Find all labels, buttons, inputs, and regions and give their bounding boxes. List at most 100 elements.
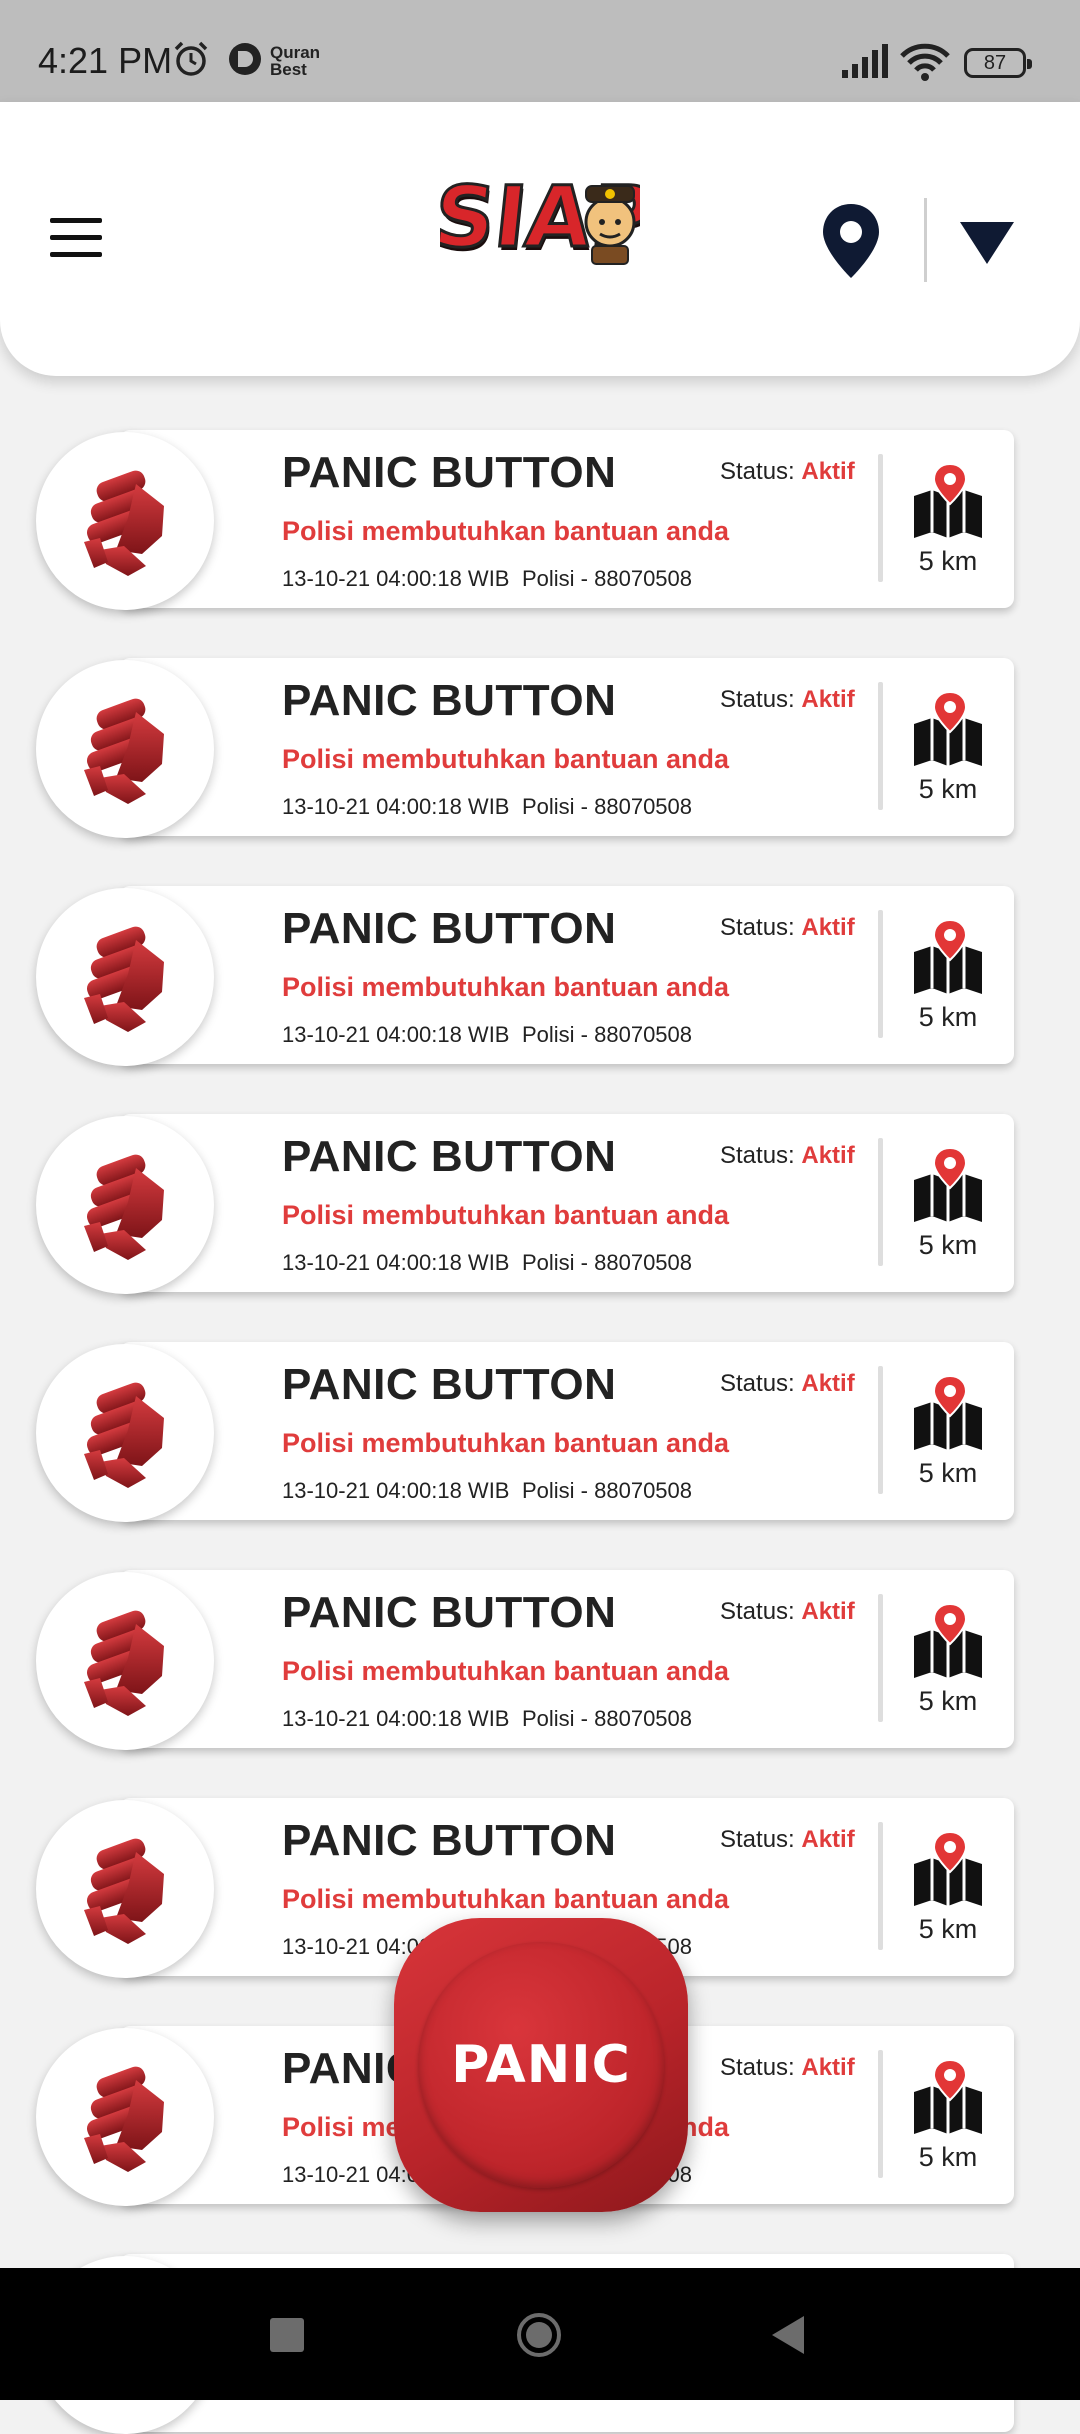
panic-card[interactable]: PANIC BUTTON Polisi membutuhkan bantuan a… xyxy=(36,1114,1016,1294)
panic-button[interactable]: PANIC xyxy=(394,1918,688,2212)
card-title: PANIC BUTTON xyxy=(282,904,617,953)
card-title: PANIC BUTTON xyxy=(282,1132,617,1181)
card-distance: 5 km xyxy=(918,2142,978,2172)
card-divider xyxy=(878,1822,883,1950)
card-status: Status: Aktif xyxy=(720,1826,855,1853)
card-status: Status: Aktif xyxy=(720,458,855,485)
map-pin-icon[interactable] xyxy=(910,918,986,1003)
card-distance: 5 km xyxy=(918,546,978,576)
card-body: PANIC BUTTON Polisi membutuhkan bantuan a… xyxy=(120,1570,1014,1748)
card-title: PANIC BUTTON xyxy=(282,1588,617,1637)
card-divider xyxy=(878,910,883,1038)
card-subtitle: Polisi membutuhkan bantuan anda xyxy=(282,972,730,1002)
status-badge: Aktif xyxy=(801,458,855,485)
card-unit: Polisi - 88070508 xyxy=(522,794,693,819)
card-body: PANIC BUTTON Polisi membutuhkan bantuan a… xyxy=(120,658,1014,836)
map-pin-icon[interactable] xyxy=(910,690,986,775)
card-timestamp: 13-10-21 04:00:18 WIB xyxy=(282,794,510,819)
card-subtitle: Polisi membutuhkan bantuan anda xyxy=(282,1428,730,1458)
card-divider xyxy=(878,2050,883,2178)
panic-card[interactable]: PANIC BUTTON Polisi membutuhkan bantuan a… xyxy=(36,1342,1016,1522)
map-pin-icon[interactable] xyxy=(910,1146,986,1231)
card-body: PANIC BUTTON Polisi membutuhkan bantuan a… xyxy=(120,886,1014,1064)
card-divider xyxy=(878,1594,883,1722)
fist-icon xyxy=(36,1572,214,1750)
card-divider xyxy=(878,454,883,582)
signal-icon xyxy=(842,44,888,78)
recents-square-icon[interactable] xyxy=(270,2318,304,2352)
card-status: Status: Aktif xyxy=(720,1598,855,1625)
system-nav-bar xyxy=(0,2268,1080,2400)
status-badge: Aktif xyxy=(801,1142,855,1169)
card-status: Status: Aktif xyxy=(720,1370,855,1397)
card-timestamp: 13-10-21 04:00:18 WIB xyxy=(282,566,510,591)
panic-card[interactable]: PANIC BUTTON Polisi membutuhkan bantuan a… xyxy=(36,1570,1016,1750)
battery-indicator: 87 xyxy=(964,48,1032,78)
card-timestamp: 13-10-21 04:00:18 WIB xyxy=(282,1706,510,1731)
quran-label: Quran Best xyxy=(270,43,321,79)
card-unit: Polisi - 88070508 xyxy=(522,566,693,591)
alarm-icon xyxy=(174,41,208,76)
card-status: Status: Aktif xyxy=(720,1142,855,1169)
card-status: Status: Aktif xyxy=(720,686,855,713)
card-unit: Polisi - 88070508 xyxy=(522,1022,693,1047)
card-subtitle: Polisi membutuhkan bantuan anda xyxy=(282,744,730,774)
card-body: PANIC BUTTON Polisi membutuhkan bantuan a… xyxy=(120,1114,1014,1292)
fist-icon xyxy=(36,660,214,838)
map-pin-icon[interactable] xyxy=(910,462,986,547)
hamburger-menu-icon[interactable] xyxy=(50,218,102,258)
card-title: PANIC BUTTON xyxy=(282,448,617,497)
card-divider xyxy=(878,1366,883,1494)
card-status: Status: Aktif xyxy=(720,914,855,941)
status-badge: Aktif xyxy=(801,1826,855,1853)
fist-icon xyxy=(36,1800,214,1978)
card-timestamp: 13-10-21 04:00:18 WIB xyxy=(282,1250,510,1275)
clock: 4:21 PM xyxy=(38,40,173,81)
card-unit: Polisi - 88070508 xyxy=(522,1250,693,1275)
map-pin-icon[interactable] xyxy=(910,2058,986,2143)
card-distance: 5 km xyxy=(918,774,978,804)
card-unit: Polisi - 88070508 xyxy=(522,1706,693,1731)
back-triangle-icon[interactable] xyxy=(770,2314,806,2356)
card-timestamp: 13-10-21 04:00:18 WIB xyxy=(282,1478,510,1503)
panic-card[interactable]: PANIC BUTTON Polisi membutuhkan bantuan a… xyxy=(36,658,1016,838)
status-badge: Aktif xyxy=(801,1598,855,1625)
header-divider xyxy=(924,198,927,282)
fist-icon xyxy=(36,2028,214,2206)
wifi-icon xyxy=(900,43,950,81)
card-distance: 5 km xyxy=(918,1230,978,1260)
card-distance: 5 km xyxy=(918,1914,978,1944)
map-pin-icon[interactable] xyxy=(910,1830,986,1915)
siap-logo: SIAP SIAP xyxy=(440,167,640,268)
fist-icon xyxy=(36,888,214,1066)
app-header: SIAP SIAP xyxy=(0,102,1080,376)
card-distance: 5 km xyxy=(918,1458,978,1488)
card-timestamp: 13-10-21 04:00:18 WIB xyxy=(282,1022,510,1047)
panic-card[interactable]: PANIC BUTTON Polisi membutuhkan bantuan a… xyxy=(36,886,1016,1066)
home-circle-icon[interactable] xyxy=(516,2312,562,2358)
card-title: PANIC BUTTON xyxy=(282,1816,617,1865)
location-pin-icon[interactable] xyxy=(820,202,882,280)
status-badge: Aktif xyxy=(801,686,855,713)
card-subtitle: Polisi membutuhkan bantuan anda xyxy=(282,1200,730,1230)
status-bar: 4:21 PM Quran Best 87 xyxy=(0,0,1080,102)
fist-icon xyxy=(36,432,214,610)
card-subtitle: Polisi membutuhkan bantuan anda xyxy=(282,1656,730,1686)
card-subtitle: Polisi membutuhkan bantuan anda xyxy=(282,1884,730,1914)
status-badge: Aktif xyxy=(801,914,855,941)
triangle-down-icon[interactable] xyxy=(958,218,1016,268)
panic-button-label: PANIC xyxy=(451,2035,631,2095)
status-badge: Aktif xyxy=(801,1370,855,1397)
fist-icon xyxy=(36,1344,214,1522)
card-subtitle: Polisi membutuhkan bantuan anda xyxy=(282,516,730,546)
card-title: PANIC BUTTON xyxy=(282,1360,617,1409)
card-divider xyxy=(878,1138,883,1266)
card-distance: 5 km xyxy=(918,1686,978,1716)
map-pin-icon[interactable] xyxy=(910,1374,986,1459)
status-badge: Aktif xyxy=(801,2054,855,2081)
panic-card[interactable]: PANIC BUTTON Polisi membutuhkan bantuan a… xyxy=(36,430,1016,610)
fist-icon xyxy=(36,1116,214,1294)
map-pin-icon[interactable] xyxy=(910,1602,986,1687)
card-body: PANIC BUTTON Polisi membutuhkan bantuan a… xyxy=(120,1342,1014,1520)
quran-app-icon xyxy=(229,43,261,75)
